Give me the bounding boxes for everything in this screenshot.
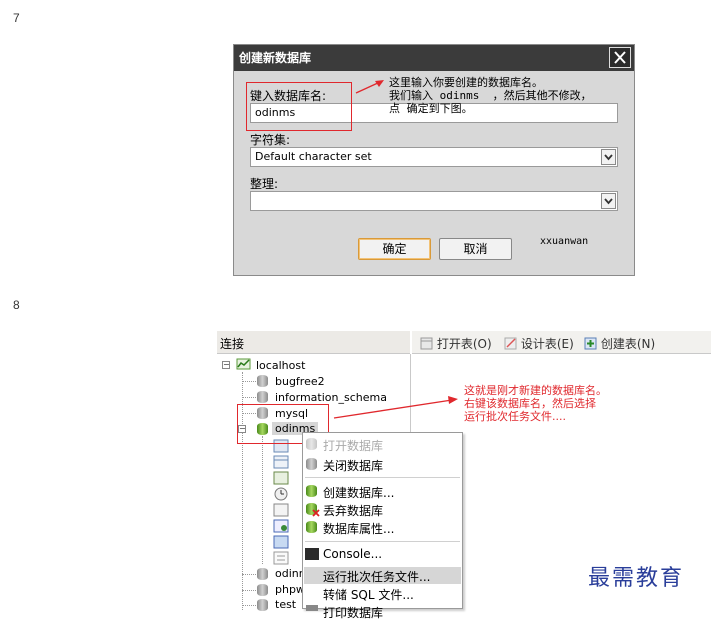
toolbar-design-table-label: 设计表(E) xyxy=(520,337,574,351)
collation-select[interactable] xyxy=(250,191,618,211)
tree-connector xyxy=(242,590,256,591)
toolbar-open-table-button[interactable]: 打开表(O) xyxy=(420,335,492,352)
connection-header: 连接 xyxy=(217,331,410,354)
create-table-icon xyxy=(584,337,597,350)
connection-title: 连接 xyxy=(220,337,245,351)
toolbar: 打开表(O) 设计表(E) 创建表(N) xyxy=(412,331,711,354)
object-type-icons xyxy=(273,439,289,565)
database-icon xyxy=(257,599,268,611)
expand-localhost-toggle[interactable]: − xyxy=(222,361,230,369)
toolbar-open-table-label: 打开表(O) xyxy=(436,337,492,351)
close-icon xyxy=(614,51,626,64)
arrow-icon xyxy=(333,396,458,419)
database-icon xyxy=(306,438,317,450)
tree-item-localhost[interactable]: localhost xyxy=(256,359,305,372)
design-table-icon xyxy=(504,337,517,350)
cancel-button[interactable]: 取消 xyxy=(439,238,512,260)
database-icon xyxy=(257,568,268,580)
menu-item-dump-sql[interactable]: 转储 SQL 文件... xyxy=(323,586,414,603)
annotation-note-2-line3: 运行批次任务文件.... xyxy=(464,410,566,423)
dialog-title: 创建新数据库 xyxy=(239,51,312,65)
tree-connector xyxy=(262,436,263,564)
menu-item-console[interactable]: Console... xyxy=(323,547,382,561)
charset-value: Default character set xyxy=(255,150,372,163)
menu-separator xyxy=(305,477,460,478)
menu-item-create-database[interactable]: 创建数据库... xyxy=(323,484,394,501)
print-icon xyxy=(306,605,318,611)
toolbar-create-table-button[interactable]: 创建表(N) xyxy=(584,335,655,352)
open-table-icon xyxy=(420,337,433,350)
toolbar-design-table-button[interactable]: 设计表(E) xyxy=(504,335,574,352)
tree-item-database[interactable]: test xyxy=(275,598,296,611)
tree-connector xyxy=(242,574,256,575)
annotation-note-1: 这里输入你要创建的数据库名。 我们输入 odinms ，然后其他不修改， 点 确… xyxy=(389,76,592,115)
chevron-down-icon xyxy=(604,198,613,205)
annotation-note-2-line2: 右键该数据库名，然后选择 xyxy=(464,397,596,410)
database-properties-icon xyxy=(306,521,317,533)
database-icon xyxy=(257,584,268,596)
ok-button[interactable]: 确定 xyxy=(358,238,431,260)
close-button[interactable] xyxy=(609,47,631,68)
annotation-note-1-line2: 我们输入 odinms ，然后其他不修改， xyxy=(389,89,592,102)
arrow-icon xyxy=(355,80,384,94)
drop-x-icon xyxy=(312,509,320,517)
toolbar-create-table-label: 创建表(N) xyxy=(600,337,656,351)
collation-label: 整理: xyxy=(250,177,279,191)
collation-dropdown-button[interactable] xyxy=(601,193,616,209)
console-icon xyxy=(305,548,319,560)
annotation-note-2-line1: 这就是刚才新建的数据库名。 xyxy=(464,384,607,397)
annotation-note-1-line3: 点 确定到下图。 xyxy=(389,102,473,115)
menu-separator xyxy=(305,541,460,542)
chevron-down-icon xyxy=(604,154,613,161)
create-database-icon xyxy=(306,485,317,497)
menu-item-open-database[interactable]: 打开数据库 xyxy=(323,437,383,454)
step-number-7: 7 xyxy=(13,11,20,25)
watermark-text: 最需教育 xyxy=(588,566,685,591)
charset-dropdown-button[interactable] xyxy=(601,149,616,165)
menu-item-print-database[interactable]: 打印数据库 xyxy=(323,604,383,621)
database-icon xyxy=(257,375,268,387)
menu-item-close-database[interactable]: 关闭数据库 xyxy=(323,457,383,474)
charset-label: 字符集: xyxy=(250,133,291,147)
tree-connector xyxy=(242,381,256,382)
annotation-note-1-line1: 这里输入你要创建的数据库名。 xyxy=(389,76,543,89)
tree-connector xyxy=(242,397,256,398)
tree-item-database[interactable]: phpw xyxy=(275,583,305,596)
database-icon xyxy=(257,391,268,403)
tree-item-database[interactable]: bugfree2 xyxy=(275,375,325,388)
database-icon xyxy=(306,458,317,470)
dialog-titlebar: 创建新数据库 xyxy=(234,45,634,71)
menu-item-run-batch-file[interactable]: 运行批次任务文件... xyxy=(323,568,430,585)
menu-item-drop-database[interactable]: 丢弃数据库 xyxy=(323,502,383,519)
annotation-note-2: 这就是刚才新建的数据库名。 右键该数据库名，然后选择 运行批次任务文件.... xyxy=(464,384,607,423)
tree-connector xyxy=(242,605,256,606)
server-connection-icon xyxy=(236,358,251,370)
step-number-8: 8 xyxy=(13,298,20,312)
highlight-box-name-field xyxy=(246,82,352,131)
menu-item-database-properties[interactable]: 数据库属性... xyxy=(323,520,394,537)
context-menu: 打开数据库 关闭数据库 创建数据库... 丢弃数据库 数据库属性... Cons… xyxy=(302,432,463,620)
charset-select[interactable]: Default character set xyxy=(250,147,618,167)
corner-text: xxuanwan xyxy=(540,236,589,247)
